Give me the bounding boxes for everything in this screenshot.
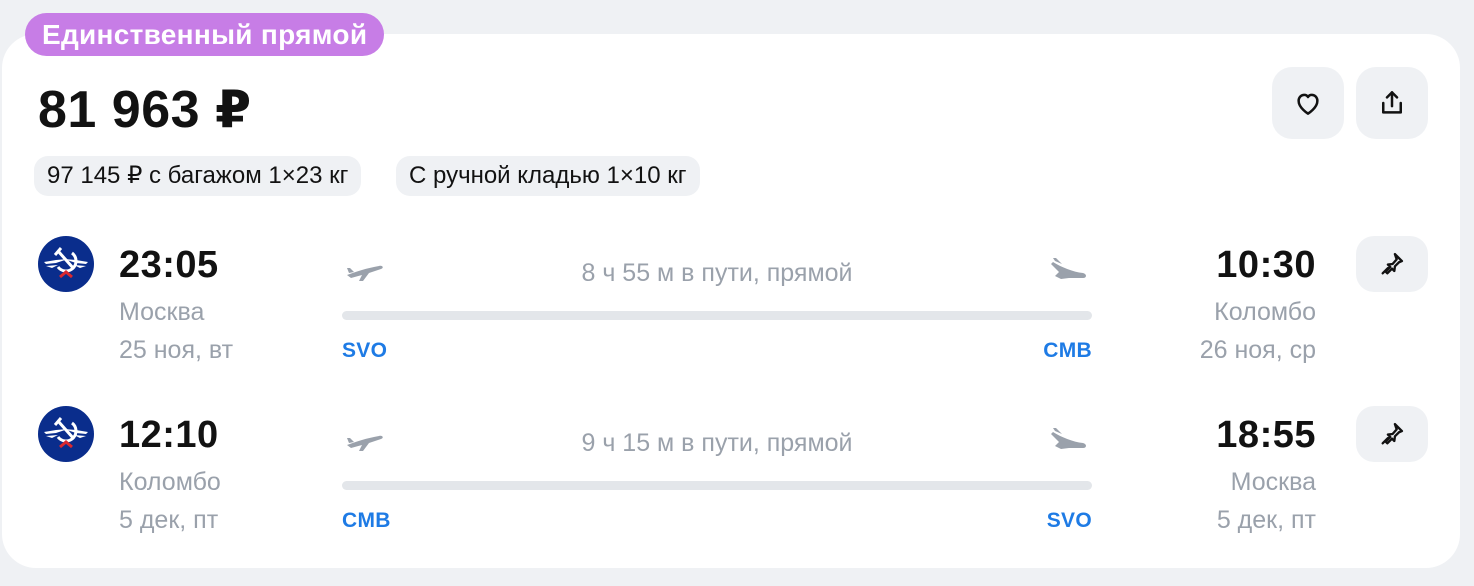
route-line	[342, 481, 1092, 490]
destination-airport-code: CMB	[1043, 339, 1092, 362]
departure-date: 5 дек, пт	[119, 506, 219, 534]
aeroflot-logo	[44, 417, 88, 449]
arrival-time: 10:30	[1216, 244, 1316, 286]
arrival-date: 26 ноя, ср	[1199, 336, 1316, 364]
aeroflot-logo	[44, 247, 88, 279]
arrival-city: Коломбо	[1214, 298, 1316, 326]
origin-airport-code: CMB	[342, 509, 391, 532]
origin-airport-code: SVO	[342, 339, 388, 362]
plane-landing-icon	[1051, 428, 1086, 449]
share-button[interactable]	[1356, 67, 1428, 139]
flight-duration: 8 ч 55 м в пути, прямой	[581, 259, 853, 287]
flight-duration: 9 ч 15 м в пути, прямой	[581, 429, 853, 457]
arrival-time: 18:55	[1216, 414, 1316, 456]
plane-landing-icon	[1051, 258, 1086, 279]
departure-city: Коломбо	[119, 468, 221, 496]
departure-time: 23:05	[119, 244, 219, 286]
arrival-date: 5 дек, пт	[1216, 506, 1316, 534]
pin-icon	[1381, 422, 1404, 445]
pin-segment-button[interactable]	[1356, 236, 1428, 292]
departure-city: Москва	[119, 298, 205, 326]
airline-logo	[38, 236, 94, 292]
route-line	[342, 311, 1092, 320]
direct-flight-badge: Единственный прямой	[25, 13, 385, 56]
departure-date: 25 ноя, вт	[119, 336, 234, 364]
airline-logo	[38, 406, 94, 462]
arrival-city: Москва	[1230, 468, 1316, 496]
heart-icon	[1297, 93, 1319, 115]
favorite-button[interactable]	[1272, 67, 1344, 139]
pin-icon	[1381, 252, 1404, 275]
ticket-price: 81 963 ₽	[38, 81, 252, 139]
destination-airport-code: SVO	[1046, 509, 1092, 532]
share-icon	[1382, 91, 1402, 114]
pin-segment-button[interactable]	[1356, 406, 1428, 462]
departure-time: 12:10	[119, 414, 219, 456]
baggage-option-chip[interactable]: 97 145 ₽ с багажом 1×23 кг	[34, 156, 362, 196]
hand-luggage-chip[interactable]: С ручной кладью 1×10 кг	[396, 156, 700, 196]
